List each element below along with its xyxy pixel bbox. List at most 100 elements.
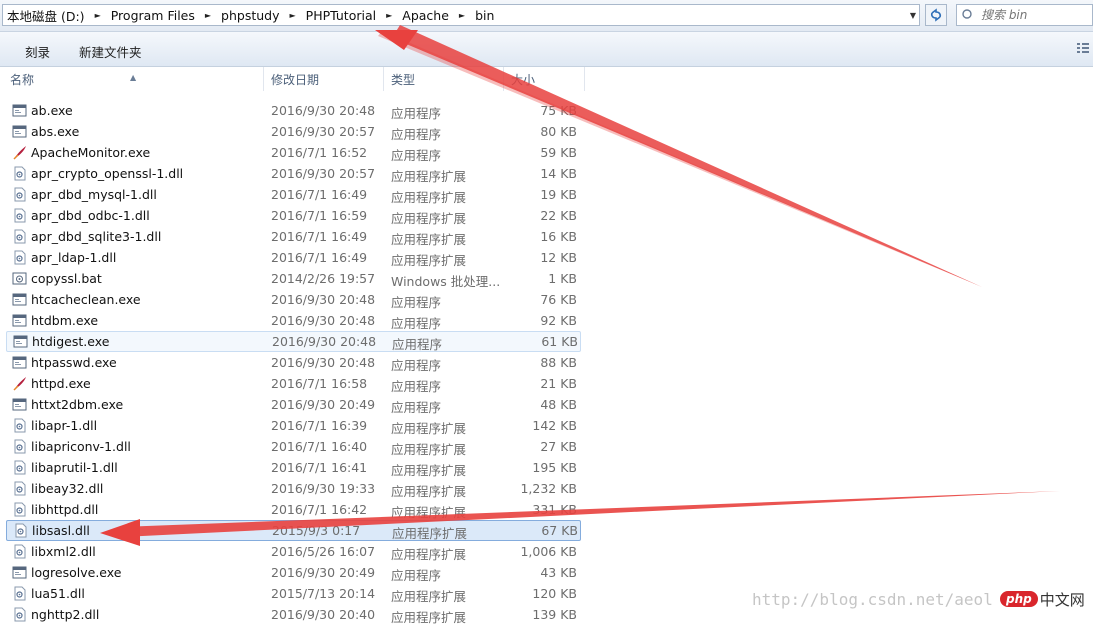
file-row[interactable]: htcacheclean.exe 2016/9/30 20:48 应用程序 76 KB [0, 289, 600, 310]
search-input[interactable] [979, 7, 1083, 23]
breadcrumb-phpstudy[interactable]: phpstudy [217, 8, 283, 23]
column-header-name[interactable]: 名称 ▲ [0, 67, 264, 91]
file-row[interactable]: libxml2.dll 2016/5/26 16:07 应用程序扩展 1,006 KB [0, 541, 600, 562]
file-name: libapr-1.dll [31, 418, 98, 433]
file-type: 应用程序 [391, 568, 442, 583]
file-date: 2014/2/26 19:57 [271, 271, 376, 286]
file-row[interactable]: apr_dbd_odbc-1.dll 2016/7/1 16:59 应用程序扩展 22… [0, 205, 600, 226]
file-date: 2016/7/1 16:49 [271, 250, 368, 265]
exe-icon [12, 292, 27, 307]
apache-feather-icon [12, 376, 27, 391]
breadcrumb-program-files[interactable]: Program Files [107, 8, 199, 23]
dll-icon [12, 229, 27, 244]
file-row[interactable]: abs.exe 2016/9/30 20:57 应用程序 80 KB [0, 121, 600, 142]
dll-icon [12, 544, 27, 559]
file-size: 142 KB [532, 418, 577, 433]
file-row[interactable]: libapriconv-1.dll 2016/7/1 16:40 应用程序扩展 27 … [0, 436, 600, 457]
file-date: 2016/7/1 16:49 [271, 229, 368, 244]
file-row[interactable]: libaprutil-1.dll 2016/7/1 16:41 应用程序扩展 195 … [0, 457, 600, 478]
file-date: 2016/9/30 20:57 [271, 124, 376, 139]
chevron-right-icon[interactable]: ► [284, 11, 302, 20]
file-size: 195 KB [532, 460, 577, 475]
view-options-icon[interactable] [1077, 42, 1089, 54]
breadcrumb-apache[interactable]: Apache [398, 8, 453, 23]
file-type: 应用程序扩展 [391, 442, 467, 457]
file-date: 2016/7/1 16:59 [271, 208, 368, 223]
file-name: htdigest.exe [32, 334, 110, 349]
file-row[interactable]: htdbm.exe 2016/9/30 20:48 应用程序 92 KB [0, 310, 600, 331]
file-name: htdbm.exe [31, 313, 99, 328]
file-row[interactable]: apr_dbd_mysql-1.dll 2016/7/1 16:49 应用程序扩展 1… [0, 184, 600, 205]
dll-icon [12, 502, 27, 517]
dll-icon [12, 481, 27, 496]
file-row[interactable]: httxt2dbm.exe 2016/9/30 20:49 应用程序 48 KB [0, 394, 600, 415]
apache-feather-icon [12, 145, 27, 160]
file-row[interactable]: libhttpd.dll 2016/7/1 16:42 应用程序扩展 331 KB [0, 499, 600, 520]
breadcrumb-drive[interactable]: 本地磁盘 (D:) [3, 6, 89, 25]
dll-icon [12, 460, 27, 475]
file-type: 应用程序扩展 [391, 421, 467, 436]
file-name: htpasswd.exe [31, 355, 117, 370]
file-type: 应用程序 [391, 127, 442, 142]
refresh-button[interactable] [925, 4, 947, 26]
chevron-right-icon[interactable]: ► [199, 11, 217, 20]
column-header-row: 名称 ▲ 修改日期 类型 大小 [0, 67, 1093, 93]
file-row[interactable]: lua51.dll 2015/7/13 20:14 应用程序扩展 120 KB [0, 583, 600, 604]
file-row[interactable]: libeay32.dll 2016/9/30 19:33 应用程序扩展 1,232 K… [0, 478, 600, 499]
file-row[interactable]: copyssl.bat 2014/2/26 19:57 Windows 批处理...… [0, 268, 600, 289]
file-row[interactable]: apr_crypto_openssl-1.dll 2016/9/30 20:57 应… [0, 163, 600, 184]
file-size: 43 KB [540, 565, 577, 580]
file-size: 75 KB [540, 103, 577, 118]
file-row[interactable]: htpasswd.exe 2016/9/30 20:48 应用程序 88 KB [0, 352, 600, 373]
address-dropdown-icon[interactable]: ▼ [910, 11, 916, 20]
file-name: libaprutil-1.dll [31, 460, 118, 475]
file-row[interactable]: libsasl.dll 2015/9/3 0:17 应用程序扩展 67 KB [6, 520, 581, 541]
file-row[interactable]: ab.exe 2016/9/30 20:48 应用程序 75 KB [0, 100, 600, 121]
column-header-type[interactable]: 类型 [384, 67, 504, 91]
column-header-date[interactable]: 修改日期 [264, 67, 384, 91]
file-name: copyssl.bat [31, 271, 102, 286]
file-name: httpd.exe [31, 376, 91, 391]
dll-icon [13, 523, 28, 538]
file-type: Windows 批处理... [391, 274, 501, 289]
file-name: libapriconv-1.dll [31, 439, 131, 454]
chevron-right-icon[interactable]: ► [380, 11, 398, 20]
file-size: 1 KB [548, 271, 577, 286]
file-date: 2016/9/30 20:49 [271, 397, 376, 412]
file-type: 应用程序 [391, 400, 442, 415]
file-row[interactable]: apr_dbd_sqlite3-1.dll 2016/7/1 16:49 应用程序扩… [0, 226, 600, 247]
file-type: 应用程序 [391, 358, 442, 373]
column-size-label: 大小 [511, 73, 536, 87]
exe-icon [12, 313, 27, 328]
file-row[interactable]: nghttp2.dll 2016/9/30 20:40 应用程序扩展 139 KB [0, 604, 600, 625]
file-row[interactable]: ApacheMonitor.exe 2016/7/1 16:52 应用程序 59 KB [0, 142, 600, 163]
file-row[interactable]: httpd.exe 2016/7/1 16:58 应用程序 21 KB [0, 373, 600, 394]
breadcrumb-bin[interactable]: bin [471, 8, 498, 23]
exe-icon [12, 124, 27, 139]
file-type: 应用程序扩展 [391, 505, 467, 520]
file-type: 应用程序扩展 [391, 463, 467, 478]
burn-button[interactable]: 刻录 [25, 42, 50, 61]
file-type: 应用程序 [392, 337, 443, 352]
file-type: 应用程序 [391, 106, 442, 121]
new-folder-button[interactable]: 新建文件夹 [79, 42, 142, 61]
file-date: 2016/5/26 16:07 [271, 544, 376, 559]
chevron-right-icon[interactable]: ► [453, 11, 471, 20]
file-row[interactable]: logresolve.exe 2016/9/30 20:49 应用程序 43 KB [0, 562, 600, 583]
breadcrumb-phptutorial[interactable]: PHPTutorial [302, 8, 380, 23]
file-row[interactable]: apr_ldap-1.dll 2016/7/1 16:49 应用程序扩展 12 KB [0, 247, 600, 268]
search-box[interactable] [956, 4, 1093, 26]
file-row[interactable]: htdigest.exe 2016/9/30 20:48 应用程序 61 KB [6, 331, 581, 352]
dll-icon [12, 586, 27, 601]
address-bar: 本地磁盘 (D:) ► Program Files ► phpstudy ► P… [0, 0, 1093, 32]
file-size: 12 KB [540, 250, 577, 265]
file-row[interactable]: libapr-1.dll 2016/7/1 16:39 应用程序扩展 142 KB [0, 415, 600, 436]
file-size: 76 KB [540, 292, 577, 307]
refresh-icon [930, 8, 942, 22]
chevron-right-icon[interactable]: ► [89, 11, 107, 20]
file-name: apr_dbd_mysql-1.dll [31, 187, 157, 202]
column-header-size[interactable]: 大小 [504, 67, 585, 91]
dll-icon [12, 250, 27, 265]
breadcrumb[interactable]: 本地磁盘 (D:) ► Program Files ► phpstudy ► P… [2, 4, 920, 26]
file-size: 61 KB [541, 334, 578, 349]
